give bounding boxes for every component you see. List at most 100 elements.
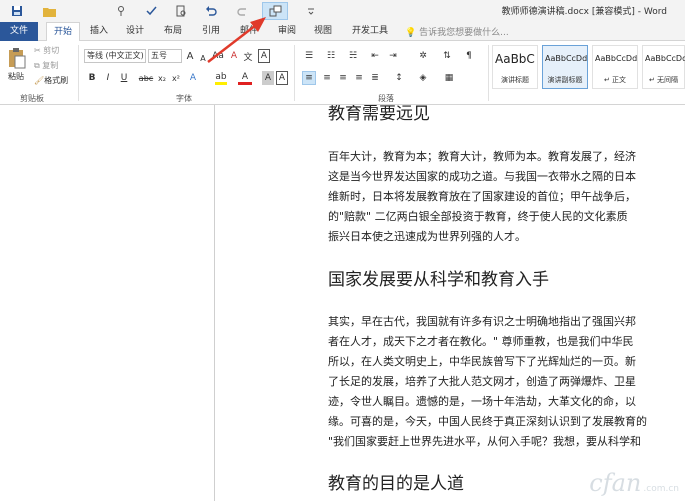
- tab-review[interactable]: 审阅: [272, 22, 302, 41]
- spellcheck-icon[interactable]: [140, 2, 162, 20]
- paragraph-line: 了长足的发展，培养了大批人范文网才，创造了两弹爆炸、卫星: [328, 375, 636, 388]
- tab-file[interactable]: 文件: [0, 22, 38, 41]
- paragraph-line: 迹，令世人瞩目。遗憾的是，一场十年浩劫，大革文化的命，以: [328, 395, 636, 408]
- section-heading: 国家发展要从科学和教育入手: [328, 270, 549, 290]
- tab-references[interactable]: 引用: [196, 22, 226, 41]
- compatibility-icon[interactable]: [262, 2, 288, 20]
- decrease-indent-icon[interactable]: ⇤: [368, 49, 382, 63]
- bold-button[interactable]: B: [86, 71, 98, 85]
- style-speech-subtitle[interactable]: AaBbCcDd 演讲副标题: [542, 45, 588, 89]
- redo-icon[interactable]: [232, 2, 254, 20]
- font-size-select[interactable]: 五号: [148, 49, 182, 63]
- show-marks-icon[interactable]: ¶: [462, 49, 476, 63]
- chinese-layout-icon[interactable]: ✲: [414, 49, 432, 63]
- paragraph-line: 百年大计，教育为本；教育大计，教师为本。教育发展了，经济: [328, 150, 636, 163]
- tab-design[interactable]: 设计: [120, 22, 150, 41]
- navigation-pane: [0, 105, 215, 501]
- sort-icon[interactable]: ⇅: [440, 49, 454, 63]
- tab-insert[interactable]: 插入: [84, 22, 114, 41]
- copy-icon: ⧉: [34, 61, 40, 70]
- bullets-icon[interactable]: ☰: [300, 49, 318, 63]
- watermark-text: cfan: [589, 469, 642, 497]
- folder-icon[interactable]: [38, 2, 60, 20]
- paragraph-line: "我们国家要赶上世界先进水平，从何入手呢？我想，要从科学和: [328, 435, 642, 448]
- paragraph-line: 缘。可喜的是，今天，中国人民终于真正深刻认识到了发展教育的: [328, 415, 647, 428]
- shading-icon[interactable]: ◈: [414, 71, 432, 85]
- tab-layout[interactable]: 布局: [158, 22, 188, 41]
- paragraph-line: 维新时，日本将发展教育放在了国家建设的首位；甲午战争后，: [328, 190, 636, 203]
- quick-access-toolbar: 教师师德演讲稿.docx [兼容模式] - Word: [0, 0, 685, 22]
- paragraph-line: 所以，在人类文明史上，中华民族曾写下了光辉灿烂的一页。新: [328, 355, 636, 368]
- grow-font-button[interactable]: A: [184, 49, 196, 63]
- tab-developer[interactable]: 开发工具: [346, 22, 394, 41]
- text-effects-icon[interactable]: A: [186, 71, 200, 85]
- paragraph-line: 其实，早在古代，我国就有许多有识之士明确地指出了强国兴邦: [328, 315, 636, 328]
- section-heading: 教育的目的是人道: [328, 474, 464, 494]
- italic-button[interactable]: I: [102, 71, 114, 85]
- watermark-suffix: .com.cn: [643, 484, 679, 494]
- watermark-logo: cfan .com.cn: [589, 469, 679, 497]
- font-group-label: 字体: [176, 94, 192, 103]
- paragraph-line: 这是当今世界发达国家的成功之道。与我国一衣带水之隔的日本: [328, 170, 636, 183]
- customize-icon[interactable]: [300, 2, 322, 20]
- numbering-icon[interactable]: ☷: [322, 49, 340, 63]
- increase-indent-icon[interactable]: ⇥: [386, 49, 400, 63]
- align-right-icon[interactable]: ≡: [336, 71, 350, 85]
- font-color-button[interactable]: A: [238, 71, 252, 85]
- tell-me-box[interactable]: 💡 告诉我您想要做什么...: [405, 25, 509, 38]
- char-border-button[interactable]: A: [276, 71, 288, 85]
- clear-format-icon[interactable]: A: [228, 49, 240, 63]
- font-name-select[interactable]: 等线 (中文正文): [84, 49, 146, 63]
- phonetic-guide-icon[interactable]: 文: [242, 49, 254, 63]
- ribbon-divider: [488, 45, 489, 101]
- distributed-icon[interactable]: ≣: [368, 71, 382, 85]
- paragraph-line: 振兴日本使之迅速成为世界列强的人才。: [328, 230, 526, 243]
- ribbon-home: 粘贴 ✂ 剪切 ⧉ 复制 🖌格式刷 剪贴板 等线 (中文正文) 五号 A A A…: [0, 41, 685, 105]
- paragraph-group-label: 段落: [378, 94, 394, 103]
- ribbon-tabs: 文件 开始 插入 设计 布局 引用 邮件 审阅 视图 开发工具 💡 告诉我您想要…: [0, 22, 685, 42]
- enclose-char-icon[interactable]: A: [258, 49, 270, 63]
- clipboard-group-label: 剪贴板: [20, 94, 44, 103]
- line-spacing-icon[interactable]: ↕: [390, 71, 408, 85]
- subscript-button[interactable]: x₂: [156, 71, 168, 85]
- style-normal[interactable]: AaBbCcDd ↵ 正文: [592, 45, 638, 89]
- strikethrough-button[interactable]: abc: [138, 71, 154, 85]
- format-painter-button[interactable]: 🖌格式刷: [34, 75, 68, 86]
- char-shading-button[interactable]: A: [262, 71, 274, 85]
- style-no-spacing[interactable]: AaBbCcDd ↵ 无间隔: [642, 45, 685, 89]
- tell-me-text: 告诉我您想要做什么...: [419, 28, 509, 38]
- window-title: 教师师德演讲稿.docx [兼容模式] - Word: [501, 7, 667, 17]
- scissors-icon: ✂: [34, 46, 41, 55]
- underline-button[interactable]: U: [118, 71, 130, 85]
- align-center-icon[interactable]: ≡: [320, 71, 334, 85]
- paste-icon[interactable]: [6, 47, 28, 69]
- save-icon[interactable]: [6, 2, 28, 20]
- paste-label[interactable]: 粘贴: [8, 71, 24, 82]
- shrink-font-button[interactable]: A: [198, 51, 208, 65]
- print-preview-icon[interactable]: [170, 2, 192, 20]
- tab-view[interactable]: 视图: [308, 22, 338, 41]
- justify-icon[interactable]: ≡: [352, 71, 366, 85]
- paragraph-line: 的"赔款" 二亿两白银全部投资于教育，终于使人民的文化素质: [328, 210, 628, 223]
- touch-mode-icon[interactable]: [110, 2, 132, 20]
- paragraph-line: 者在人才，成天下之才者在教化。" 尊师重教，也是我们中华民: [328, 335, 634, 348]
- document-page[interactable]: 教育需要远见 百年大计，教育为本；教育大计，教师为本。教育发展了，经济 这是当今…: [216, 105, 685, 501]
- align-left-icon[interactable]: ≡: [302, 71, 316, 85]
- section-heading: 教育需要远见: [328, 105, 430, 124]
- lightbulb-icon: 💡: [405, 28, 417, 38]
- copy-button[interactable]: ⧉ 复制: [34, 60, 58, 71]
- superscript-button[interactable]: x²: [170, 71, 182, 85]
- highlight-icon[interactable]: ab: [214, 71, 228, 85]
- style-speech-title[interactable]: AaBbC 演讲标题: [492, 45, 538, 89]
- word-window: 教师师德演讲稿.docx [兼容模式] - Word 文件 开始 插入 设计 布…: [0, 0, 685, 501]
- multilevel-list-icon[interactable]: ☵: [344, 49, 362, 63]
- ribbon-divider: [78, 45, 79, 101]
- borders-icon[interactable]: ▦: [440, 71, 458, 85]
- ribbon-divider: [294, 45, 295, 101]
- cut-button[interactable]: ✂ 剪切: [34, 45, 59, 56]
- change-case-icon[interactable]: Aa: [212, 49, 224, 63]
- format-painter-icon: 🖌: [34, 76, 45, 85]
- undo-icon[interactable]: [200, 2, 222, 20]
- tab-home[interactable]: 开始: [46, 22, 80, 42]
- tab-mailings[interactable]: 邮件: [234, 22, 264, 41]
